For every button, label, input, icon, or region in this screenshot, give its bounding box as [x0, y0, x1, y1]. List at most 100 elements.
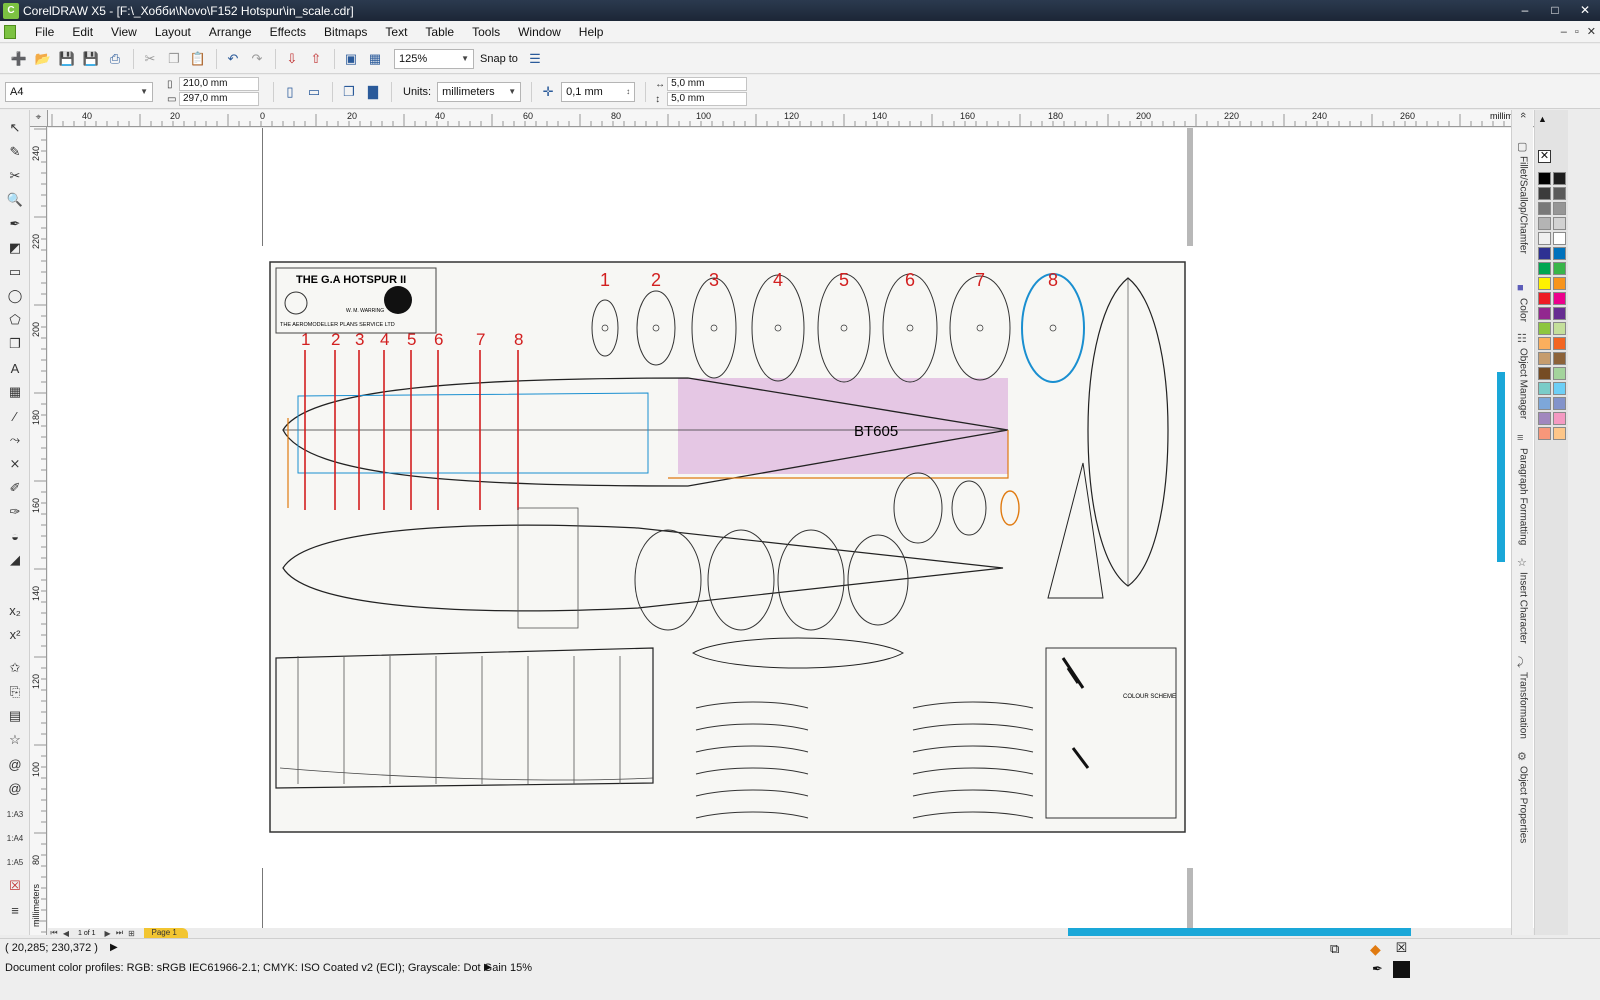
color-swatch[interactable]: [1553, 367, 1566, 380]
subscript-icon[interactable]: x₂: [4, 600, 26, 620]
color-swatch[interactable]: [1538, 202, 1551, 215]
new-document-icon[interactable]: ➕: [8, 48, 30, 70]
prev-page-icon[interactable]: ◀: [60, 929, 72, 938]
color-swatch[interactable]: [1553, 187, 1566, 200]
doc-minimize-button[interactable]: –: [1561, 21, 1567, 43]
color-swatch[interactable]: [1538, 412, 1551, 425]
menu-view[interactable]: View: [102, 21, 146, 43]
page-width-input[interactable]: 210,0 mm: [179, 77, 259, 91]
color-swatch[interactable]: [1538, 337, 1551, 350]
color-swatch[interactable]: [1553, 352, 1566, 365]
banner-shape-icon[interactable]: ⎘: [4, 682, 26, 702]
color-swatch[interactable]: [1538, 382, 1551, 395]
docker-scrollbar-thumb[interactable]: [1497, 372, 1505, 562]
outline-color-swatch[interactable]: [1393, 961, 1410, 978]
paste-icon[interactable]: 📋: [187, 48, 209, 70]
add-page-icon[interactable]: ⊞: [126, 929, 138, 938]
menu-help[interactable]: Help: [570, 21, 613, 43]
ruler-origin[interactable]: ⌖: [30, 110, 48, 127]
color-swatch[interactable]: [1553, 172, 1566, 185]
fill-tool-icon[interactable]: ◒: [4, 526, 26, 546]
portrait-icon[interactable]: ▯: [279, 81, 301, 103]
text-tool-icon[interactable]: A: [4, 358, 26, 378]
color-swatch[interactable]: [1553, 262, 1566, 275]
docker-tab-insert-character[interactable]: ☆ Insert Character: [1514, 556, 1532, 644]
ellipse-tool-icon[interactable]: ◯: [4, 286, 26, 306]
profile-expand-icon[interactable]: ▶: [484, 962, 492, 973]
first-page-icon[interactable]: ⏮: [48, 928, 60, 938]
color-swatch[interactable]: [1553, 322, 1566, 335]
color-swatch[interactable]: [1553, 397, 1566, 410]
menu-effects[interactable]: Effects: [261, 21, 315, 43]
docker-tab-object-properties[interactable]: ⚙ Object Properties: [1514, 750, 1532, 843]
snap-to-button[interactable]: Snap to: [480, 53, 518, 65]
guidelines-icon[interactable]: ≡: [4, 900, 26, 920]
color-swatch[interactable]: [1538, 307, 1551, 320]
color-swatch[interactable]: [1538, 427, 1551, 440]
menu-file[interactable]: File: [26, 21, 63, 43]
zoom-navigator-icon[interactable]: ⧉: [1330, 941, 1339, 957]
pick-tool-icon[interactable]: ↖: [4, 118, 26, 138]
vertical-ruler[interactable]: 240 220 200 180 160 140 120 100 80 milli…: [30, 127, 47, 935]
export-icon[interactable]: ⇧: [305, 48, 327, 70]
units-select[interactable]: millimeters ▼: [437, 81, 522, 102]
a5-page-icon[interactable]: 1:A5: [4, 852, 26, 872]
rectangle-tool-icon[interactable]: ▭: [4, 262, 26, 282]
interactive-fill-icon[interactable]: ◢: [4, 550, 26, 570]
docker-tab-fillet[interactable]: ▢ Fillet/Scallop/Chamfer: [1514, 140, 1532, 254]
color-swatch[interactable]: [1538, 367, 1551, 380]
application-launcher-icon[interactable]: ▣: [340, 48, 362, 70]
callout-shape-icon[interactable]: ▤: [4, 706, 26, 726]
landscape-icon[interactable]: ▭: [303, 81, 325, 103]
all-pages-icon[interactable]: ❐: [338, 81, 360, 103]
color-swatch[interactable]: [1553, 412, 1566, 425]
color-swatch[interactable]: [1538, 187, 1551, 200]
next-page-icon[interactable]: ▶: [102, 929, 114, 938]
no-color-swatch[interactable]: ✕: [1538, 150, 1551, 163]
a4-page-icon[interactable]: 1:A4: [4, 828, 26, 848]
copy-icon[interactable]: ❐: [163, 48, 185, 70]
menu-arrange[interactable]: Arrange: [200, 21, 261, 43]
duplicate-y-input[interactable]: 5,0 mm: [667, 92, 748, 106]
menu-edit[interactable]: Edit: [63, 21, 102, 43]
welcome-screen-icon[interactable]: ▦: [364, 48, 386, 70]
document-icon[interactable]: [4, 24, 16, 39]
color-swatch[interactable]: [1538, 292, 1551, 305]
color-swatch[interactable]: [1553, 277, 1566, 290]
color-swatch[interactable]: [1553, 217, 1566, 230]
color-swatch[interactable]: [1553, 382, 1566, 395]
spinner-icon[interactable]: ↕: [626, 87, 630, 96]
star-shape-icon[interactable]: ✩: [4, 658, 26, 678]
color-swatch[interactable]: [1538, 352, 1551, 365]
menu-window[interactable]: Window: [509, 21, 570, 43]
color-swatch[interactable]: [1553, 292, 1566, 305]
page-height-input[interactable]: 297,0 mm: [179, 92, 259, 106]
no-fill-indicator-icon[interactable]: ☒: [1393, 940, 1410, 957]
color-swatch[interactable]: [1553, 247, 1566, 260]
current-page-icon[interactable]: ▇: [362, 81, 384, 103]
color-swatch[interactable]: [1538, 172, 1551, 185]
blend-tool-icon[interactable]: ⨯: [4, 454, 26, 474]
docker-collapse-icon[interactable]: «: [1514, 112, 1532, 118]
color-swatch[interactable]: [1538, 397, 1551, 410]
menu-bitmaps[interactable]: Bitmaps: [315, 21, 376, 43]
crop-tool-icon[interactable]: ✂: [4, 166, 26, 186]
color-swatch[interactable]: [1553, 427, 1566, 440]
color-swatch[interactable]: [1553, 202, 1566, 215]
color-swatch[interactable]: [1553, 232, 1566, 245]
outline-tool-icon[interactable]: ✑: [4, 502, 26, 522]
minimize-button[interactable]: –: [1510, 0, 1540, 21]
menu-table[interactable]: Table: [416, 21, 463, 43]
docker-tab-transformation[interactable]: ⤸ Transformation: [1514, 656, 1532, 739]
zoom-level-select[interactable]: 125% ▼: [394, 48, 474, 69]
polygon-tool-icon[interactable]: ⬠: [4, 310, 26, 330]
page-tab-1[interactable]: Page 1: [143, 928, 188, 938]
doc-close-button[interactable]: ✕: [1587, 21, 1596, 43]
print-icon[interactable]: ⎙: [104, 48, 126, 70]
cut-icon[interactable]: ✂: [139, 48, 161, 70]
freehand-tool-icon[interactable]: ✒: [4, 214, 26, 234]
star-tool-icon[interactable]: ☆: [4, 730, 26, 750]
status-expand-icon[interactable]: ▶: [110, 942, 118, 953]
dimension-tool-icon[interactable]: ∕: [4, 406, 26, 426]
color-swatch[interactable]: [1538, 217, 1551, 230]
